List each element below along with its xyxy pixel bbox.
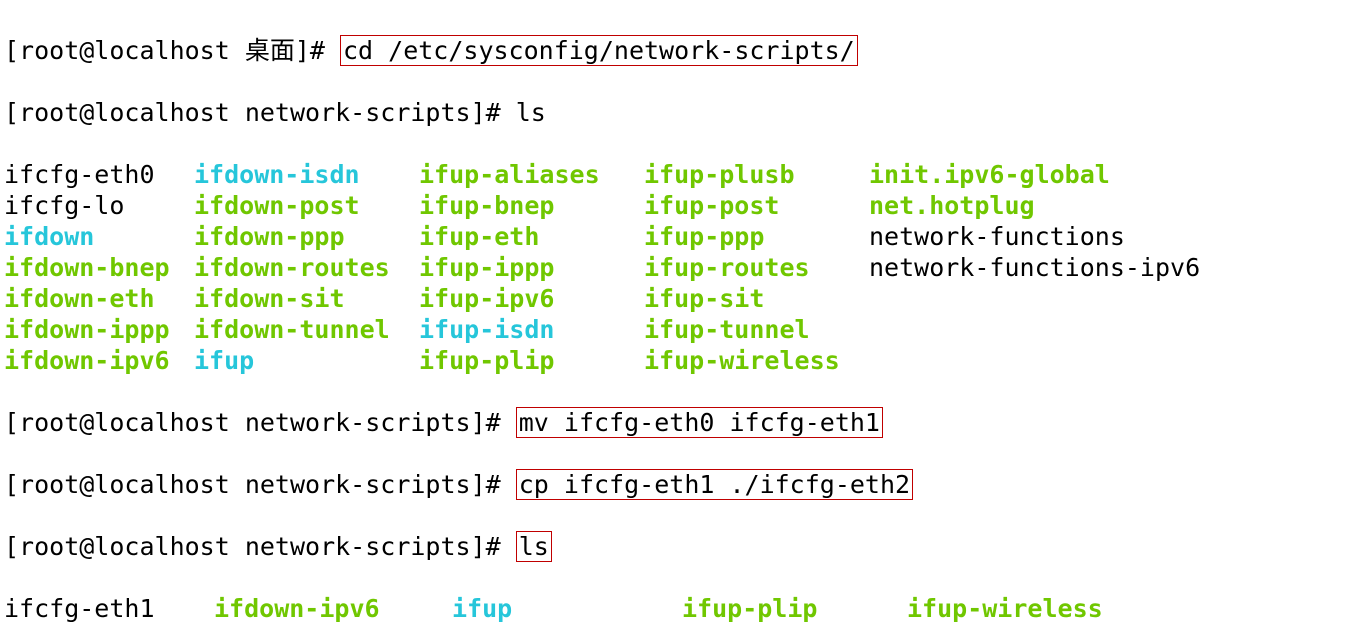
file-entry: ifup-wireless <box>644 345 869 376</box>
ls-column: ifdown-isdnifdown-postifdown-pppifdown-r… <box>194 159 419 376</box>
file-entry: ifdown-isdn <box>194 159 419 190</box>
ls-column: ifup-plipifup-plusbifup-postifup-pppifup… <box>682 593 907 627</box>
prompt-line: [root@localhost 桌面]# cd /etc/sysconfig/n… <box>4 35 1356 66</box>
ls-output: ifcfg-eth0ifcfg-loifdownifdown-bnepifdow… <box>4 159 1356 376</box>
ls-output: ifcfg-eth1ifcfg-eth2ifcfg-loifdownifdown… <box>4 593 1356 627</box>
file-entry: network-functions <box>869 221 1200 252</box>
file-entry: ifup-aliases <box>419 159 644 190</box>
prompt-line: [root@localhost network-scripts]# mv ifc… <box>4 407 1356 438</box>
file-entry: ifup-plip <box>419 345 644 376</box>
file-entry: ifdown-bnep <box>4 252 194 283</box>
file-entry: ifdown-eth <box>4 283 194 314</box>
shell-prompt: [root@localhost 桌面]# <box>4 36 340 65</box>
prompt-line: [root@localhost network-scripts]# cp ifc… <box>4 469 1356 500</box>
command-highlight: cd /etc/sysconfig/network-scripts/ <box>340 35 858 66</box>
file-entry: ifup-tunnel <box>644 314 869 345</box>
prompt-line: [root@localhost network-scripts]# ls <box>4 531 1356 562</box>
ls-column: ifup-wirelessinit.ipv6-globalnet.hotplug… <box>907 593 1238 627</box>
file-entry: ifup-plusb <box>644 159 869 190</box>
command-highlight: ls <box>516 531 552 562</box>
file-entry: ifdown-ippp <box>4 314 194 345</box>
ls-column: ifdown-ipv6ifdown-isdnifdown-postifdown-… <box>214 593 452 627</box>
file-entry: ifup-post <box>644 190 869 221</box>
shell-prompt: [root@localhost network-scripts]# <box>4 408 516 437</box>
file-entry: ifdown-ppp <box>194 221 419 252</box>
file-entry: ifdown-post <box>194 190 419 221</box>
file-entry: ifdown-tunnel <box>194 314 419 345</box>
file-entry: ifdown-ipv6 <box>4 345 194 376</box>
ls-column: ifupifup-aliasesifup-bnepifup-ethifup-ip… <box>452 593 682 627</box>
file-entry: ifup-ippp <box>419 252 644 283</box>
ls-column: ifup-aliasesifup-bnepifup-ethifup-ipppif… <box>419 159 644 376</box>
file-entry: ifup-routes <box>644 252 869 283</box>
file-entry: ifup-bnep <box>419 190 644 221</box>
terminal[interactable]: [root@localhost 桌面]# cd /etc/sysconfig/n… <box>0 0 1360 627</box>
file-entry: init.ipv6-global <box>869 159 1200 190</box>
file-entry: ifdown <box>4 221 194 252</box>
file-entry: net.hotplug <box>869 190 1200 221</box>
file-entry: ifup <box>452 593 682 624</box>
command-highlight: mv ifcfg-eth0 ifcfg-eth1 <box>516 407 883 438</box>
file-entry: ifcfg-eth0 <box>4 159 194 190</box>
file-entry: ifup-plip <box>682 593 907 624</box>
command-highlight: cp ifcfg-eth1 ./ifcfg-eth2 <box>516 469 913 500</box>
file-entry: ifdown-routes <box>194 252 419 283</box>
file-entry: ifup-wireless <box>907 593 1238 624</box>
file-entry: ifup-eth <box>419 221 644 252</box>
file-entry: ifcfg-lo <box>4 190 194 221</box>
prompt-line: [root@localhost network-scripts]# ls <box>4 97 1356 128</box>
file-entry: network-functions-ipv6 <box>869 252 1200 283</box>
file-entry: ifup <box>194 345 419 376</box>
shell-prompt: [root@localhost network-scripts]# <box>4 470 516 499</box>
file-entry: ifcfg-eth1 <box>4 593 214 624</box>
file-entry: ifdown-ipv6 <box>214 593 452 624</box>
file-entry: ifup-isdn <box>419 314 644 345</box>
ls-column: ifup-plusbifup-postifup-pppifup-routesif… <box>644 159 869 376</box>
file-entry: ifup-ppp <box>644 221 869 252</box>
ls-column: ifcfg-eth1ifcfg-eth2ifcfg-loifdownifdown… <box>4 593 214 627</box>
file-entry: ifdown-sit <box>194 283 419 314</box>
ls-column: ifcfg-eth0ifcfg-loifdownifdown-bnepifdow… <box>4 159 194 376</box>
file-entry: ifup-ipv6 <box>419 283 644 314</box>
ls-column: init.ipv6-globalnet.hotplugnetwork-funct… <box>869 159 1200 376</box>
shell-prompt: [root@localhost network-scripts]# <box>4 532 516 561</box>
file-entry: ifup-sit <box>644 283 869 314</box>
